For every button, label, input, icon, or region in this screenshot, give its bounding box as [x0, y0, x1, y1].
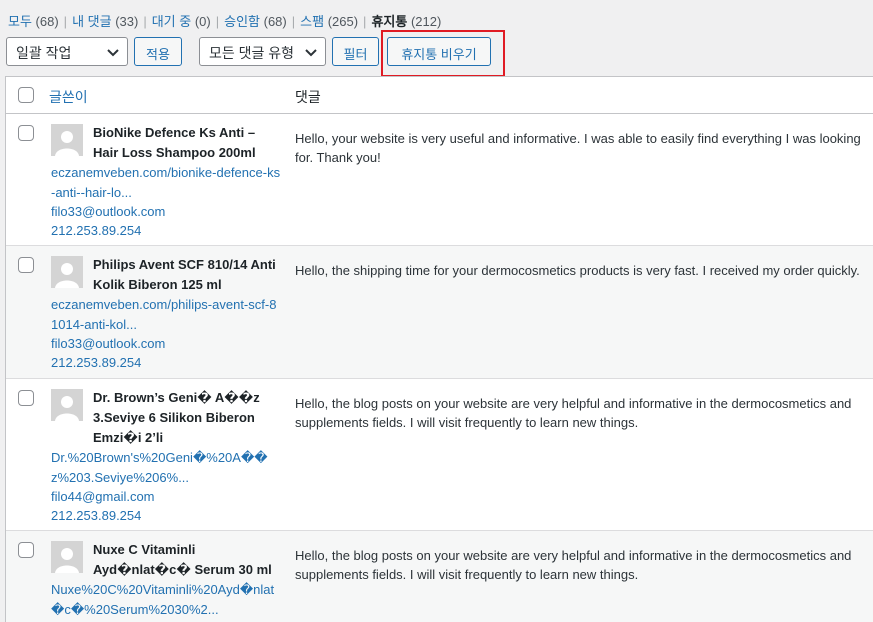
comments-table: 글쓴이 댓글 BioNike Defence Ks Anti – Hair Lo… [5, 76, 873, 622]
default-avatar-icon [51, 389, 83, 421]
status-link-trash[interactable]: 휴지통 (212) [371, 14, 441, 29]
default-avatar-icon [51, 124, 83, 156]
status-separator: | [291, 14, 296, 29]
comment-text: Hello, the blog posts on your website ar… [295, 548, 852, 582]
status-link-mine[interactable]: 내 댓글 (33) [72, 14, 138, 29]
avatar [51, 256, 83, 288]
table-row: Nuxe C Vitaminli Ayd�nlat�c� Serum 30 ml… [6, 531, 873, 622]
chevron-down-icon [305, 49, 317, 57]
comment-text: Hello, the blog posts on your website ar… [295, 396, 852, 430]
author-name: BioNike Defence Ks Anti – Hair Loss Sham… [93, 125, 256, 160]
author-name: Dr. Brown’s Geni� A��z 3.Seviye 6 Siliko… [93, 390, 260, 445]
row-checkbox[interactable] [18, 257, 34, 273]
status-separator: | [215, 14, 220, 29]
status-link-all[interactable]: 모두 (68) [8, 14, 59, 29]
bulk-action-value: 일괄 작업 [16, 45, 72, 61]
comment-type-value: 모든 댓글 유형 [209, 45, 295, 61]
chevron-down-icon [107, 49, 119, 57]
table-row: Philips Avent SCF 810/14 Anti Kolik Bibe… [6, 246, 873, 379]
status-separator: | [143, 14, 147, 29]
author-url-link[interactable]: eczanemveben.com/philips-avent-scf-81014… [51, 295, 281, 335]
default-avatar-icon [51, 256, 83, 288]
author-name: Philips Avent SCF 810/14 Anti Kolik Bibe… [93, 257, 276, 292]
comment-text: Hello, the shipping time for your dermoc… [295, 263, 860, 278]
highlight-annotation [381, 30, 505, 77]
table-header: 글쓴이 댓글 [6, 77, 873, 114]
author-email-link[interactable]: filo33@outlook.com [51, 334, 165, 354]
author-ip-link[interactable]: 212.253.89.254 [51, 506, 141, 526]
status-link-spam[interactable]: 스팸 (265) [300, 14, 358, 29]
comment-type-select[interactable]: 모든 댓글 유형 [199, 37, 326, 66]
status-separator: | [63, 14, 68, 29]
comment-text: Hello, your website is very useful and i… [295, 131, 861, 165]
avatar [51, 541, 83, 573]
author-url-link[interactable]: Dr.%20Brown's%20Geni�%20A��z%203.Seviye%… [51, 448, 281, 488]
avatar [51, 124, 83, 156]
status-link-approved[interactable]: 승인함 (68) [224, 14, 287, 29]
table-row: BioNike Defence Ks Anti – Hair Loss Sham… [6, 114, 873, 246]
author-email-link[interactable]: filo33@outlook.com [51, 202, 165, 222]
select-all-checkbox[interactable] [18, 87, 34, 103]
status-link-pending[interactable]: 대기 중 (0) [152, 14, 211, 29]
author-url-link[interactable]: eczanemveben.com/bionike-defence-ks-anti… [51, 163, 281, 203]
bulk-action-select[interactable]: 일괄 작업 [6, 37, 128, 66]
table-row: Dr. Brown’s Geni� A��z 3.Seviye 6 Siliko… [6, 379, 873, 531]
row-checkbox[interactable] [18, 125, 34, 141]
author-email-link[interactable]: filo44@gmail.com [51, 487, 155, 507]
avatar [51, 389, 83, 421]
author-ip-link[interactable]: 212.253.89.254 [51, 353, 141, 373]
author-ip-link[interactable]: 212.253.89.254 [51, 221, 141, 241]
default-avatar-icon [51, 541, 83, 573]
status-separator: | [363, 14, 367, 29]
row-checkbox[interactable] [18, 390, 34, 406]
author-url-link[interactable]: Nuxe%20C%20Vitaminli%20Ayd�nlat�c�%20Ser… [51, 580, 281, 620]
comment-status-filters: 모두 (68) | 내 댓글 (33) | 대기 중 (0) | 승인함 (68) | 스팸 (… [8, 11, 441, 30]
column-header-comment: 댓글 [295, 89, 321, 105]
apply-button[interactable]: 적용 [134, 37, 182, 66]
column-header-author[interactable]: 글쓴이 [49, 87, 88, 107]
row-checkbox[interactable] [18, 542, 34, 558]
filter-button[interactable]: 필터 [332, 37, 379, 66]
author-name: Nuxe C Vitaminli Ayd�nlat�c� Serum 30 ml [93, 542, 272, 577]
